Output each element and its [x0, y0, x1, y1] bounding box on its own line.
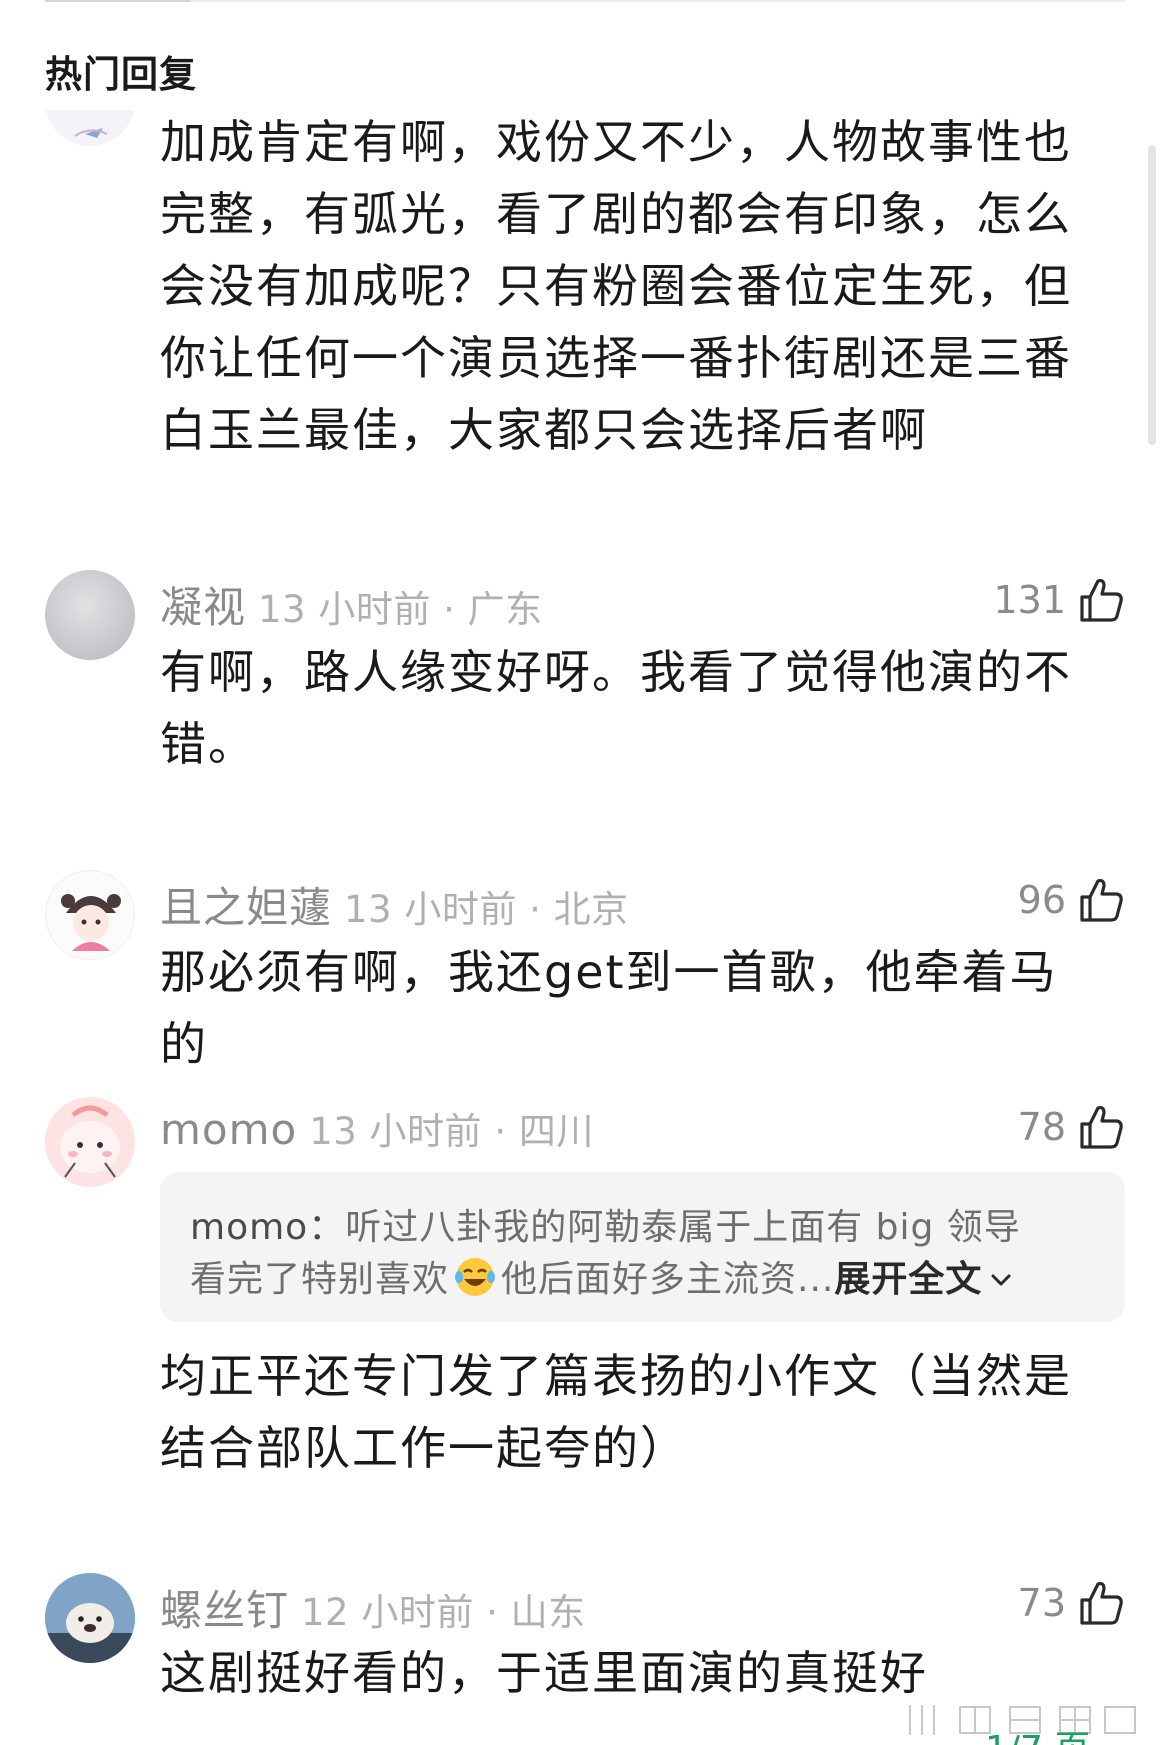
avatar[interactable]: [45, 1573, 135, 1663]
avatar[interactable]: [45, 870, 135, 960]
quote-text: 他后面好多主流资...: [501, 1259, 835, 1300]
comment-line: 有啊，路人缘变好呀。我看了觉得他演的不: [160, 645, 1072, 699]
comment-meta: momo 13 小时前 · 四川: [160, 1101, 594, 1154]
comment-line: 那必须有啊，我还get到一首歌，他牵着马的: [160, 945, 1058, 1071]
thumbs-up-icon[interactable]: [1076, 1102, 1126, 1152]
like-button[interactable]: 131: [993, 570, 1126, 630]
avatar-partial[interactable]: [45, 110, 135, 146]
laughing-tears-emoji-icon: [455, 1258, 496, 1296]
comment-line: 错。: [160, 717, 256, 771]
comment-line: 结合部队工作一起夸的）: [160, 1421, 688, 1475]
comment-page: 热门回复 加成肯定有啊，戏份又不少，人物故事性也 完整，有弧光，看了剧的都会有印…: [0, 0, 1169, 1745]
comment-meta: 凝视 13 小时前 · 广东: [160, 574, 543, 632]
like-count: 131: [993, 578, 1066, 622]
section-title: 热门回复: [45, 53, 197, 96]
top-divider: [45, 0, 1125, 2]
thumbs-up-icon[interactable]: [1076, 1578, 1126, 1628]
timestamp: 13 小时前 · 广东: [258, 588, 543, 631]
expand-full-text-link[interactable]: 展开全文: [834, 1259, 982, 1300]
comment-line: 均正平还专门发了篇表扬的小作文（当然是: [160, 1349, 1072, 1403]
comment-text-4: 均正平还专门发了篇表扬的小作文（当然是 结合部队工作一起夸的）: [160, 1340, 1095, 1484]
scrollbar[interactable]: [1148, 145, 1156, 445]
comment-line: 白玉兰最佳，大家都只会选择后者啊: [160, 403, 928, 457]
timestamp: 12 小时前 · 山东: [301, 1591, 586, 1634]
avatar[interactable]: [45, 1097, 135, 1187]
comment-line: 你让任何一个演员选择一番扑街剧还是三番: [160, 331, 1072, 385]
comment-meta: 且之妲蘧 13 小时前 · 北京: [160, 874, 629, 932]
like-count: 96: [1017, 878, 1066, 922]
quote-text: 看完了特别喜欢: [190, 1259, 450, 1300]
avatar[interactable]: [45, 570, 135, 660]
comment-text-1: 加成肯定有啊，戏份又不少，人物故事性也 完整，有弧光，看了剧的都会有印象，怎么 …: [160, 106, 1095, 466]
comment-line: 完整，有弧光，看了剧的都会有印象，怎么: [160, 187, 1072, 241]
chevron-down-icon[interactable]: [988, 1267, 1014, 1293]
username[interactable]: 凝视: [160, 574, 246, 635]
comment-text-2: 有啊，路人缘变好呀。我看了觉得他演的不 错。: [160, 636, 1095, 780]
like-button[interactable]: 96: [1018, 870, 1126, 930]
quote-text: 听过八卦我的阿勒泰属于上面有 big 领导: [345, 1207, 1021, 1248]
like-count: 73: [1017, 1581, 1066, 1625]
quote-line-2: 看完了特别喜欢 他后面好多主流资...展开全文: [190, 1250, 1014, 1302]
quoted-reply[interactable]: momo：听过八卦我的阿勒泰属于上面有 big 领导 看完了特别喜欢 他后面好多…: [160, 1172, 1125, 1322]
comment-text-3: 那必须有啊，我还get到一首歌，他牵着马的: [160, 936, 1095, 1080]
thumbs-up-icon[interactable]: [1076, 575, 1126, 625]
quote-line-1: momo：听过八卦我的阿勒泰属于上面有 big 领导: [190, 1198, 1021, 1250]
top-tab-indicator: [45, 0, 190, 2]
quote-username[interactable]: momo：: [190, 1207, 345, 1248]
username[interactable]: momo: [160, 1105, 297, 1154]
like-count: 78: [1017, 1105, 1066, 1149]
like-button[interactable]: 78: [1018, 1097, 1126, 1157]
page-indicator[interactable]: 1/7 页: [985, 1720, 1090, 1745]
username[interactable]: 螺丝钉: [160, 1577, 289, 1638]
timestamp: 13 小时前 · 四川: [309, 1110, 594, 1153]
username[interactable]: 且之妲蘧: [160, 874, 332, 935]
timestamp: 13 小时前 · 北京: [344, 888, 629, 931]
comment-line: 会没有加成呢？只有粉圈会番位定生死，但: [160, 259, 1072, 313]
like-button[interactable]: 73: [1018, 1573, 1126, 1633]
comment-meta: 螺丝钉 12 小时前 · 山东: [160, 1577, 586, 1635]
thumbs-up-icon[interactable]: [1076, 875, 1126, 925]
comment-line: 加成肯定有啊，戏份又不少，人物故事性也: [160, 115, 1072, 169]
